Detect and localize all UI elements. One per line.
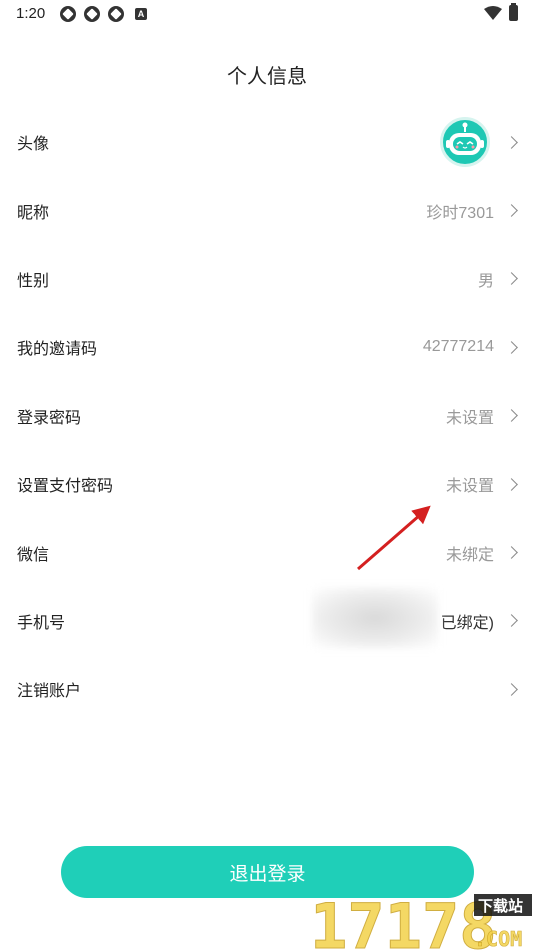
chevron-right-icon [505, 477, 518, 491]
app-icon [84, 6, 100, 22]
row-nickname[interactable]: 昵称 珍时7301 [0, 176, 534, 244]
row-avatar[interactable]: 头像 [0, 108, 534, 176]
chevron-right-icon [505, 272, 518, 286]
chevron-right-icon [505, 204, 518, 217]
page-title: 个人信息 [227, 64, 307, 88]
row-label: 性别 [17, 270, 50, 290]
personal-info-screen: 1:20 A 个人信息 头像 昵称 珍时7301 性别 男 我的邀请码 4277… [0, 0, 534, 950]
chevron-right-icon [505, 614, 518, 628]
info-list: 头像 昵称 珍时7301 性别 男 我的邀请码 42777214 登录密码 未设… [0, 108, 534, 724]
row-label: 头像 [17, 134, 50, 154]
status-bar: 1:20 A [0, 0, 534, 30]
robot-avatar-icon [446, 122, 484, 156]
status-time: 1:20 [16, 5, 46, 22]
row-phone[interactable]: 手机号 已绑定) [0, 587, 534, 655]
row-gender[interactable]: 性别 男 [0, 245, 534, 313]
row-label: 昵称 [17, 202, 50, 222]
chevron-right-icon [505, 682, 518, 696]
row-label: 设置支付密码 [17, 476, 114, 496]
row-label: 我的邀请码 [17, 339, 98, 359]
redaction-blur [312, 588, 438, 648]
chevron-right-icon [505, 409, 518, 423]
row-label: 微信 [17, 544, 50, 564]
row-value: 未设置 [445, 478, 494, 496]
row-delete-account[interactable]: 注销账户 [0, 655, 534, 723]
chevron-right-icon [505, 340, 518, 354]
wifi-icon [484, 6, 502, 20]
chevron-right-icon [505, 546, 518, 559]
watermark-digits: 17178 [310, 890, 497, 950]
row-login-password[interactable]: 登录密码 未设置 [0, 382, 534, 450]
chevron-right-icon [505, 135, 518, 149]
row-invite-code[interactable]: 我的邀请码 42777214 [0, 313, 534, 381]
watermark-logo: 17178 下载站 .COM [310, 884, 534, 950]
row-value: 男 [477, 272, 494, 290]
watermark-17178-logo: 17178 下载站 .COM [310, 890, 532, 950]
avatar[interactable] [440, 117, 490, 168]
app-icon [108, 6, 124, 22]
row-wechat[interactable]: 微信 未绑定 [0, 518, 534, 586]
row-value: 未绑定 [445, 546, 494, 564]
row-value: 已绑定) [440, 614, 494, 632]
row-pay-password[interactable]: 设置支付密码 未设置 [0, 450, 534, 518]
a-icon: A [135, 8, 147, 20]
app-icon [60, 6, 76, 22]
watermark-suffix: .COM [474, 927, 522, 950]
row-value: 未设置 [445, 409, 494, 427]
battery-icon [509, 3, 518, 21]
watermark-tag: 下载站 [478, 897, 523, 915]
row-label: 登录密码 [17, 407, 82, 427]
row-value: 42777214 [422, 338, 494, 356]
row-value: 珍时7301 [426, 204, 494, 222]
row-label: 手机号 [17, 612, 66, 632]
row-label: 注销账户 [17, 681, 82, 701]
